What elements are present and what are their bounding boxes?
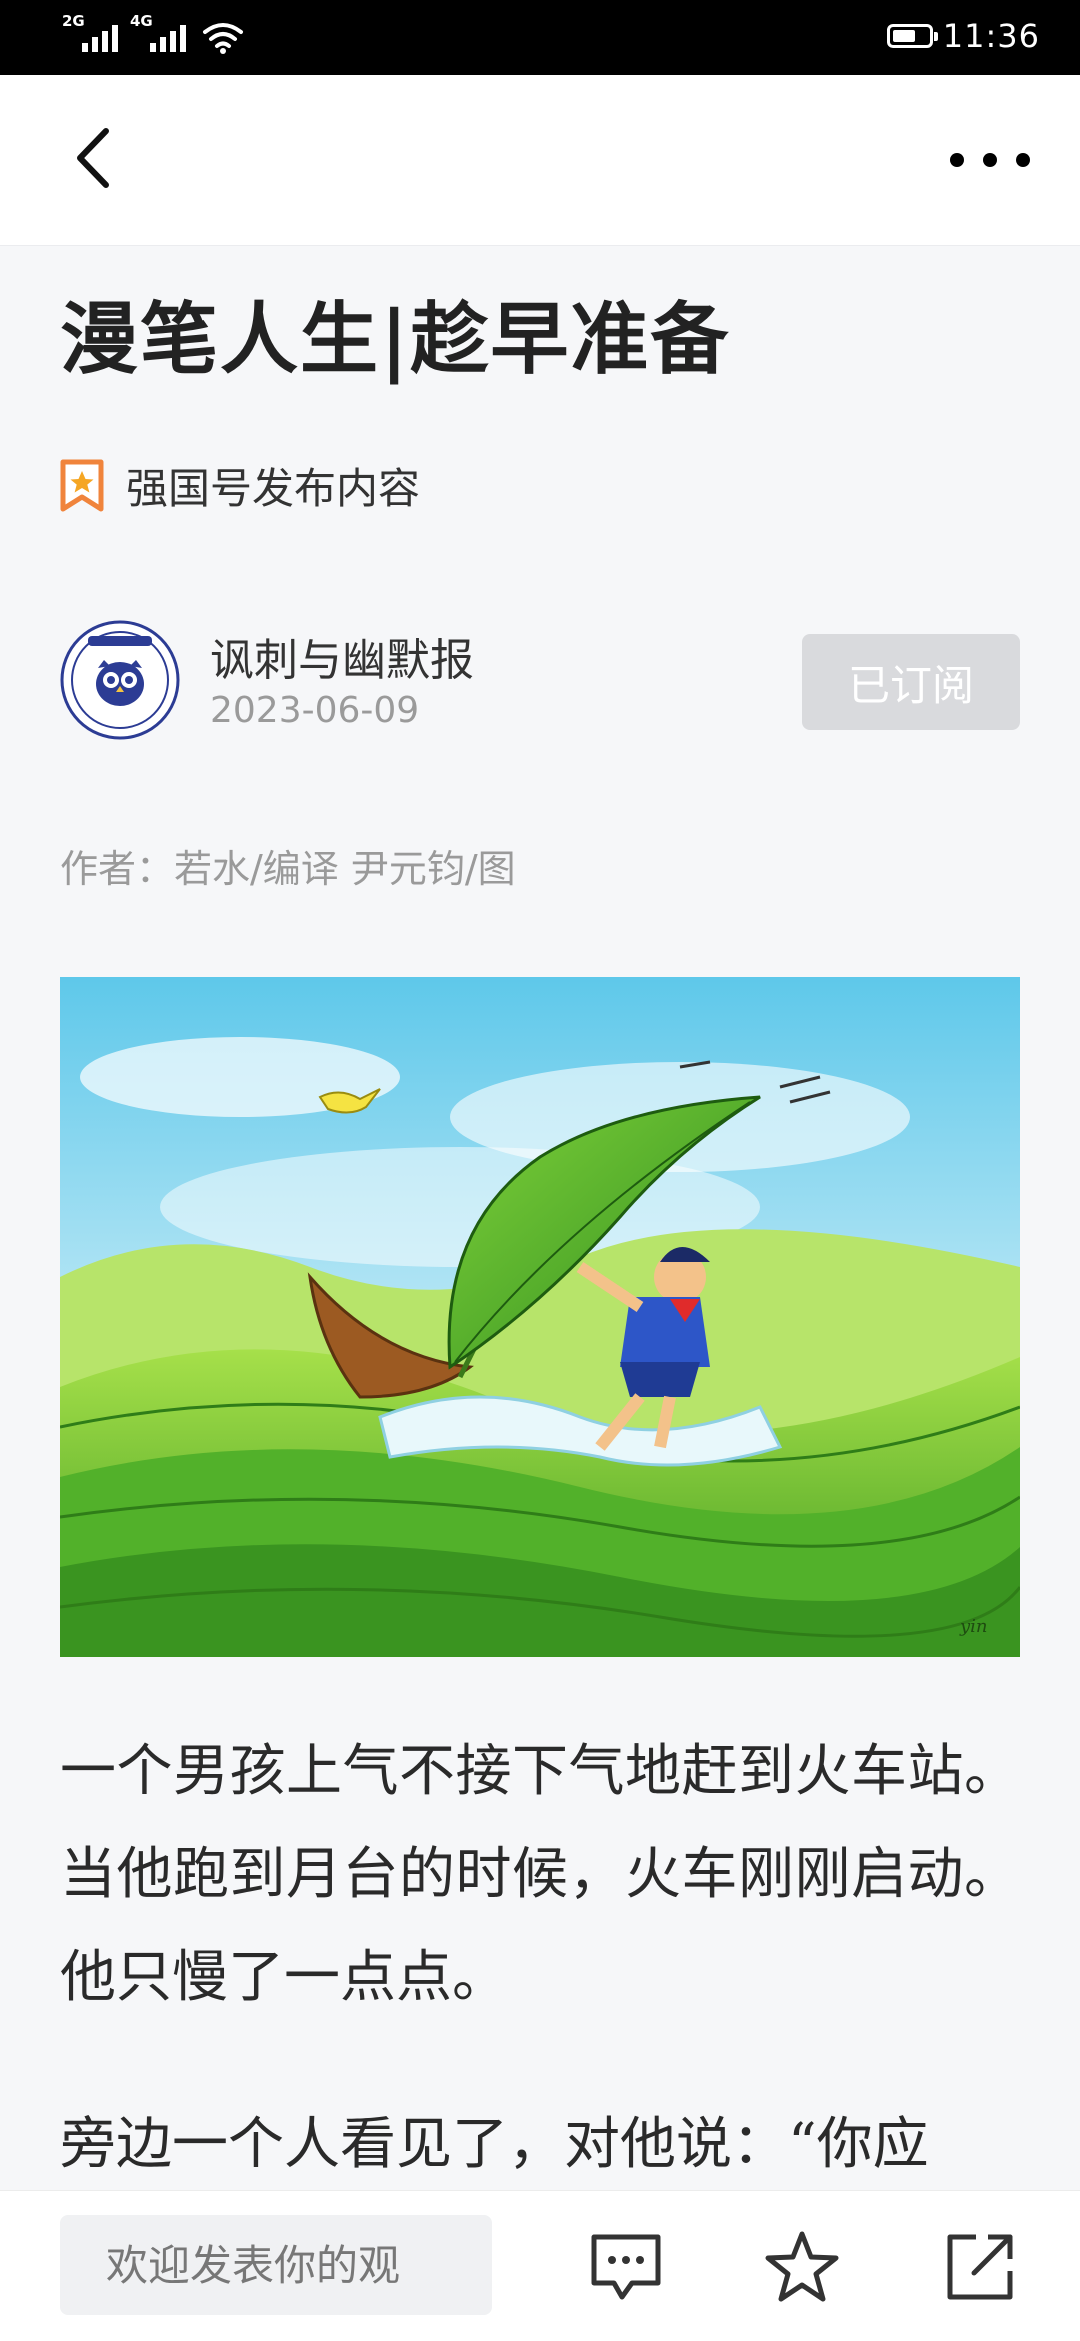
author-credit: 作者：若水/编译 尹元钧/图: [60, 847, 516, 891]
subscribe-button[interactable]: 已订阅: [802, 634, 1020, 730]
wifi-icon: [203, 23, 243, 54]
back-arrow-icon[interactable]: [60, 123, 130, 193]
article-illustration[interactable]: yin: [60, 977, 1020, 1657]
bottom-action-bar: [0, 2190, 1080, 2341]
status-bar: 2G 4G 11:36: [0, 0, 1080, 75]
comment-input[interactable]: [60, 2215, 492, 2315]
publisher-name[interactable]: 讽刺与幽默报: [210, 624, 474, 688]
publisher-row: 讽刺与幽默报 2023-06-09 已订阅: [60, 620, 1020, 750]
star-icon[interactable]: [764, 2229, 840, 2305]
more-dots-icon[interactable]: [950, 145, 1030, 175]
signal-icon: 4G: [130, 12, 188, 56]
status-time: 11:36: [942, 17, 1040, 55]
status-right: 11:36: [886, 14, 1040, 58]
article-title: 漫笔人生|趁早准备: [60, 294, 731, 385]
comment-icon[interactable]: [588, 2229, 664, 2305]
origin-label: 强国号发布内容: [60, 455, 420, 516]
origin-text: 强国号发布内容: [126, 464, 421, 513]
bookmark-star-icon: [60, 459, 104, 511]
paragraph-2: 旁边一个人看见了，对他说：“你应: [60, 2112, 929, 2177]
battery-icon: [886, 24, 938, 48]
paragraph-1: 一个男孩上气不接下气地赶到火车站。当他跑到月台的时候，火车刚刚启动。他只慢了一点…: [60, 1739, 1020, 2010]
signal-icon: 2G: [62, 12, 120, 56]
publisher-avatar[interactable]: [60, 620, 180, 740]
publish-date: 2023-06-09: [210, 690, 420, 731]
artist-signature: yin: [959, 1616, 988, 1637]
top-nav: [0, 75, 1080, 246]
status-left: 2G 4G: [62, 12, 244, 56]
share-icon[interactable]: [942, 2229, 1018, 2305]
